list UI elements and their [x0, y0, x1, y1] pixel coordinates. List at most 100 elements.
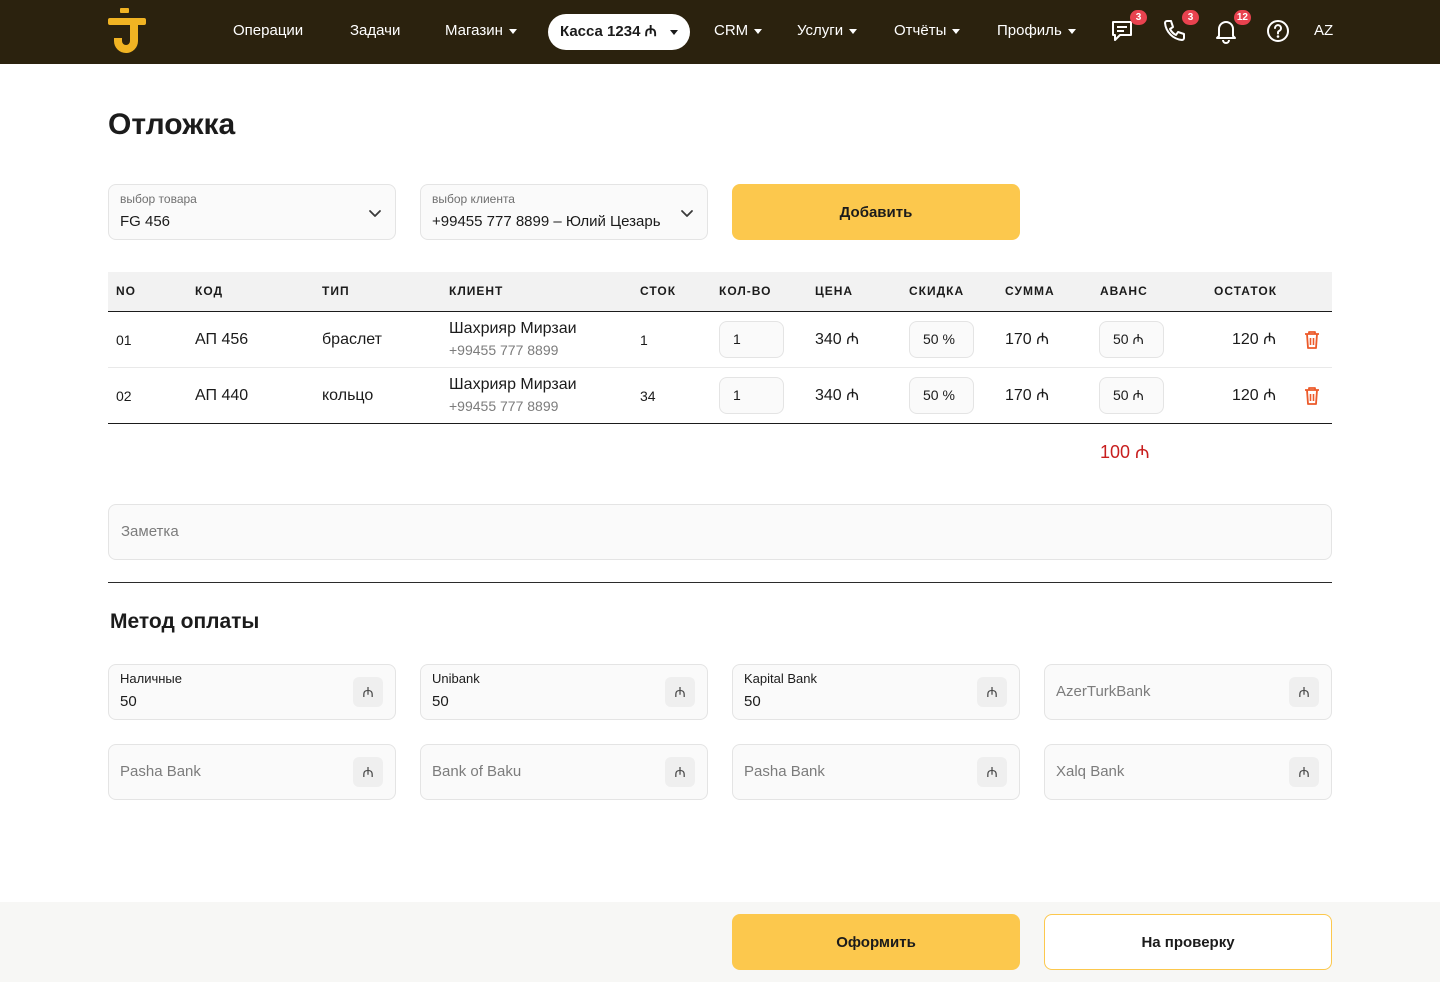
row-type: браслет — [322, 331, 382, 348]
row-code: АП 440 — [195, 387, 249, 404]
add-button[interactable]: Добавить — [732, 184, 1020, 240]
row-rest: 120 ₼ — [1232, 331, 1277, 348]
payment-label: Наличные — [120, 671, 182, 686]
manat-icon: ₼ — [977, 757, 1007, 787]
col-advance: АВАНС — [1100, 284, 1148, 298]
col-rest: ОСТАТОК — [1214, 284, 1278, 298]
manat-icon: ₼ — [353, 677, 383, 707]
row-rest: 120 ₼ — [1232, 387, 1277, 404]
calls-badge: 3 — [1182, 10, 1199, 25]
qty-input[interactable]: 1 — [719, 377, 784, 414]
caret-down-icon — [849, 28, 858, 34]
trash-icon[interactable] — [1304, 330, 1320, 350]
payment-value: 50 — [120, 693, 137, 710]
product-select[interactable]: выбор товара FG 456 — [108, 184, 396, 240]
payment-placeholder: Xalq Bank — [1056, 763, 1125, 780]
row-client: Шахрияр Мирзаи +99455 777 8899 — [449, 320, 577, 358]
help-button[interactable] — [1265, 18, 1293, 46]
payment-xalq-field[interactable]: Xalq Bank ₼ — [1044, 744, 1332, 800]
advance-input[interactable]: 50 ₼ — [1099, 377, 1164, 414]
divider — [108, 582, 1332, 583]
advance-input[interactable]: 50 ₼ — [1099, 321, 1164, 358]
nav-operations[interactable]: Операции — [233, 0, 303, 64]
row-stock: 34 — [640, 388, 656, 404]
client-select-label: выбор клиента — [432, 192, 515, 206]
trash-icon[interactable] — [1304, 386, 1320, 406]
manat-icon: ₼ — [977, 677, 1007, 707]
caret-down-icon — [952, 28, 961, 34]
payment-placeholder: Bank of Baku — [432, 763, 522, 780]
help-icon — [1267, 20, 1289, 42]
client-phone: +99455 777 8899 — [449, 398, 559, 414]
discount-input[interactable]: 50 % — [909, 321, 974, 358]
row-code: АП 456 — [195, 331, 249, 348]
product-select-value: FG 456 — [120, 213, 171, 230]
page-title: Отложка — [108, 108, 236, 141]
nav-reports[interactable]: Отчёты — [894, 0, 961, 64]
payment-placeholder: Pasha Bank — [120, 763, 201, 780]
qty-input[interactable]: 1 — [719, 321, 784, 358]
table-row: 02 АП 440 кольцо Шахрияр Мирзаи +99455 7… — [108, 368, 1332, 424]
note-placeholder: Заметка — [121, 523, 179, 540]
payment-title: Метод оплаты — [110, 610, 260, 633]
payment-pasha-field-2[interactable]: Pasha Bank ₼ — [732, 744, 1020, 800]
client-phone: +99455 777 8899 — [449, 342, 559, 358]
nav-crm[interactable]: CRM — [714, 0, 763, 64]
logo-icon[interactable] — [104, 6, 150, 58]
nav-services[interactable]: Услуги — [797, 0, 858, 64]
review-button[interactable]: На проверку — [1044, 914, 1332, 970]
payment-azerturk-field[interactable]: AzerTurkBank ₼ — [1044, 664, 1332, 720]
col-code: КОД — [195, 284, 224, 298]
col-price: ЦЕНА — [815, 284, 854, 298]
messages-button[interactable]: 3 — [1109, 10, 1147, 46]
chevron-down-icon — [681, 210, 693, 217]
top-navbar: Операции Задачи Магазин Касса 1234 ₼ CRM… — [0, 0, 1440, 64]
payment-unibank-field[interactable]: Unibank 50 ₼ — [420, 664, 708, 720]
col-qty: КОЛ-ВО — [719, 284, 772, 298]
messages-badge: 3 — [1130, 10, 1147, 25]
notifications-button[interactable]: 12 — [1213, 10, 1251, 46]
table-header: NO КОД ТИП КЛИЕНТ СТОК КОЛ-ВО ЦЕНА СКИДК… — [108, 272, 1332, 312]
payment-kapital-field[interactable]: Kapital Bank 50 ₼ — [732, 664, 1020, 720]
col-client: КЛИЕНТ — [449, 284, 504, 298]
nav-profile[interactable]: Профиль — [997, 0, 1076, 64]
caret-down-icon — [754, 28, 763, 34]
manat-icon: ₼ — [665, 677, 695, 707]
discount-input[interactable]: 50 % — [909, 377, 974, 414]
language-switch[interactable]: AZ — [1314, 0, 1333, 64]
payment-label: Unibank — [432, 671, 480, 686]
payment-placeholder: Pasha Bank — [744, 763, 825, 780]
row-client: Шахрияр Мирзаи +99455 777 8899 — [449, 376, 577, 414]
payment-value: 50 — [432, 693, 449, 710]
note-input[interactable]: Заметка — [108, 504, 1332, 560]
row-sum: 170 ₼ — [1005, 331, 1050, 348]
client-select[interactable]: выбор клиента +99455 777 8899 – Юлий Цез… — [420, 184, 708, 240]
nav-kassa[interactable]: Касса 1234 ₼ — [548, 14, 690, 50]
col-discount: СКИДКА — [909, 284, 965, 298]
footer-bar: Оформить На проверку — [0, 902, 1440, 982]
payment-cash-field[interactable]: Наличные 50 ₼ — [108, 664, 396, 720]
notifications-badge: 12 — [1233, 10, 1251, 25]
col-stock: СТОК — [640, 284, 677, 298]
client-select-value: +99455 777 8899 – Юлий Цезарь — [432, 213, 661, 230]
col-no: NO — [116, 284, 136, 298]
nav-shop[interactable]: Магазин — [445, 0, 517, 64]
table-row: 01 АП 456 браслет Шахрияр Мирзаи +99455 … — [108, 312, 1332, 368]
manat-icon: ₼ — [665, 757, 695, 787]
row-price: 340 ₼ — [815, 331, 860, 348]
product-select-label: выбор товара — [120, 192, 197, 206]
nav-tasks[interactable]: Задачи — [350, 0, 400, 64]
payment-bankofbaku-field[interactable]: Bank of Baku ₼ — [420, 744, 708, 800]
submit-button[interactable]: Оформить — [732, 914, 1020, 970]
manat-icon: ₼ — [353, 757, 383, 787]
row-price: 340 ₼ — [815, 387, 860, 404]
col-type: ТИП — [322, 284, 350, 298]
client-name: Шахрияр Мирзаи — [449, 376, 577, 393]
payment-pasha-field[interactable]: Pasha Bank ₼ — [108, 744, 396, 800]
row-stock: 1 — [640, 332, 648, 348]
row-no: 02 — [116, 388, 132, 404]
calls-button[interactable]: 3 — [1161, 10, 1199, 46]
payment-placeholder: AzerTurkBank — [1056, 683, 1151, 700]
caret-down-icon — [670, 30, 678, 35]
col-sum: СУММА — [1005, 284, 1055, 298]
